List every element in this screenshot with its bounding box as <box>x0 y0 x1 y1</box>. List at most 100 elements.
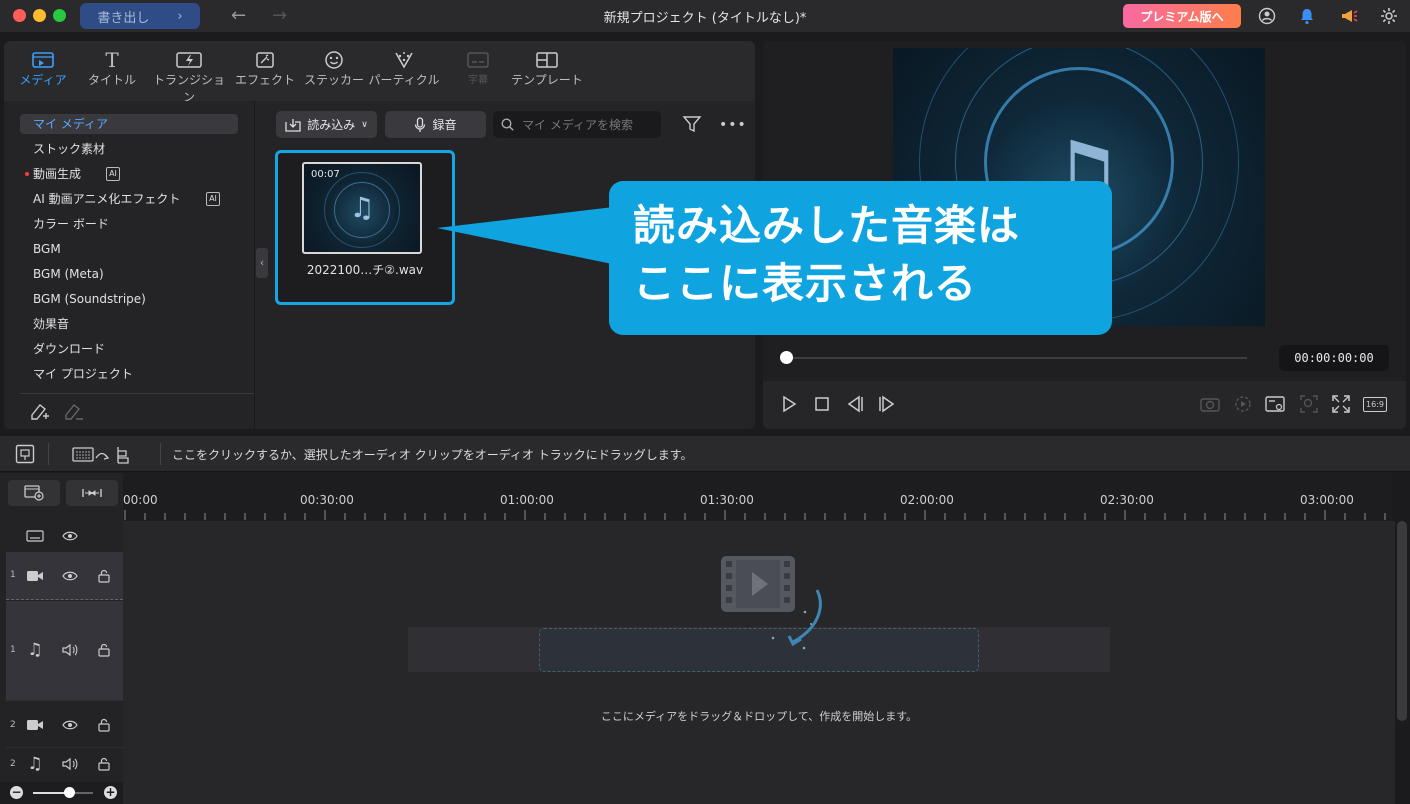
category-label: ダウンロード <box>33 342 106 356</box>
divider <box>20 393 254 394</box>
category-downloads[interactable]: ダウンロード <box>20 339 238 359</box>
eye-icon[interactable] <box>61 527 79 545</box>
fullscreen-icon[interactable] <box>1330 393 1352 415</box>
eye-icon[interactable] <box>61 716 79 734</box>
callout-pointer <box>437 206 622 266</box>
display-settings-icon[interactable] <box>1264 393 1286 415</box>
category-label: BGM <box>33 242 61 256</box>
layout-toggle-icon[interactable] <box>15 444 35 467</box>
ruler-label: 00:00 <box>123 493 158 507</box>
lock-icon[interactable] <box>95 567 113 585</box>
import-button[interactable]: 読み込み ∨ <box>276 111 377 138</box>
add-track-button[interactable] <box>8 480 60 506</box>
callout-line-1: 読み込みした音楽は <box>633 201 1021 250</box>
collapse-sidebar-handle[interactable]: ‹ <box>256 248 268 278</box>
stop-icon[interactable] <box>811 393 833 415</box>
category-list: マイ メディア ストック素材 動画生成 AI AI 動画アニメ化エフェクト AI… <box>4 101 255 429</box>
eye-icon[interactable] <box>61 567 79 585</box>
add-to-track-icon[interactable] <box>72 445 136 468</box>
tab-transition[interactable]: トランジション <box>148 49 230 105</box>
tab-template[interactable]: テンプレート <box>510 49 584 88</box>
lock-icon[interactable] <box>95 755 113 773</box>
play-icon[interactable] <box>778 393 800 415</box>
category-label: 効果音 <box>33 317 70 331</box>
zoom-slider-handle[interactable] <box>64 787 75 798</box>
app-window: 書き出し › ← → 新規プロジェクト (タイトルなし)* プレミアム版へ メデ… <box>0 0 1410 804</box>
seek-bar[interactable] <box>787 357 1247 359</box>
render-preview-icon[interactable] <box>1232 393 1254 415</box>
category-bgm-soundstripe[interactable]: BGM (Soundstripe) <box>20 289 238 309</box>
media-file-name: 2022100…チ②.wav <box>306 263 424 277</box>
ruler-label: 01:30:00 <box>700 493 754 507</box>
snap-icon <box>82 489 102 497</box>
tab-effect[interactable]: エフェクト <box>234 49 296 88</box>
category-sound-effects[interactable]: 効果音 <box>20 314 238 334</box>
zoom-out-icon[interactable]: − <box>10 786 23 799</box>
media-thumbnail: 00:07 ♫ <box>302 162 422 254</box>
ruler-label: 01:00:00 <box>500 493 554 507</box>
filter-icon[interactable] <box>682 114 702 137</box>
notification-bell-icon[interactable] <box>1297 6 1317 26</box>
category-label: BGM (Soundstripe) <box>33 292 146 306</box>
tab-subtitle-label: 字幕 <box>468 75 488 86</box>
timeline-vertical-scrollbar[interactable] <box>1397 521 1407 721</box>
previous-frame-icon[interactable] <box>844 393 866 415</box>
category-bgm[interactable]: BGM <box>20 239 238 259</box>
category-my-media[interactable]: マイ メディア <box>20 114 238 134</box>
category-bgm-meta[interactable]: BGM (Meta) <box>20 264 238 284</box>
category-video-generation[interactable]: 動画生成 AI <box>20 164 238 184</box>
track-header-audio-2[interactable]: 2 ♫ <box>6 749 123 779</box>
media-icon <box>18 49 68 71</box>
category-stock[interactable]: ストック素材 <box>20 139 238 159</box>
more-options-icon[interactable]: ••• <box>719 117 747 133</box>
snapshot-camera-icon[interactable] <box>1199 393 1221 415</box>
tab-title-label: タイトル <box>87 73 136 87</box>
tab-title[interactable]: T タイトル <box>86 48 138 88</box>
tab-subtitle[interactable]: 字幕 <box>458 49 498 86</box>
category-label: BGM (Meta) <box>33 267 104 281</box>
ruler-label: 00:30:00 <box>300 493 354 507</box>
zoom-fit-icon[interactable] <box>1298 393 1320 415</box>
annotation-callout: 読み込みした音楽は ここに表示される <box>609 181 1112 335</box>
snap-toggle-button[interactable] <box>66 480 118 506</box>
tab-media-label: メディア <box>19 73 67 87</box>
record-button[interactable]: 録音 <box>385 111 486 138</box>
track-number: 2 <box>10 759 16 769</box>
timeline-ruler[interactable]: 00:00 00:30:00 01:00:00 01:30:00 02:00:0… <box>123 473 1392 521</box>
speaker-icon[interactable] <box>61 641 79 659</box>
track-thumbnail-icon[interactable] <box>26 527 44 545</box>
tab-particle[interactable]: パーティクル <box>368 49 440 88</box>
import-icon <box>285 118 301 132</box>
lock-icon[interactable] <box>95 716 113 734</box>
megaphone-icon[interactable] <box>1339 6 1359 26</box>
search-input[interactable]: マイ メディアを検索 <box>493 111 661 138</box>
speaker-icon[interactable] <box>61 755 79 773</box>
remove-folder-icon[interactable] <box>62 401 86 426</box>
aspect-ratio-button[interactable]: 16:9 <box>1362 393 1388 415</box>
playback-controls: 16:9 <box>763 381 1406 429</box>
add-folder-icon[interactable] <box>28 401 52 426</box>
next-frame-icon[interactable] <box>876 393 898 415</box>
lock-icon[interactable] <box>95 641 113 659</box>
premium-upgrade-button[interactable]: プレミアム版へ <box>1123 4 1241 28</box>
media-item-audio[interactable]: 00:07 ♫ 2022100…チ②.wav <box>275 150 455 305</box>
search-icon <box>501 118 514 131</box>
account-icon[interactable] <box>1257 6 1277 26</box>
track-header-video-1[interactable]: 1 <box>6 552 123 600</box>
settings-gear-icon[interactable] <box>1379 6 1399 26</box>
category-label: ストック素材 <box>33 142 106 156</box>
zoom-in-icon[interactable]: + <box>104 786 117 799</box>
tab-sticker[interactable]: ステッカー <box>304 49 364 88</box>
tab-media[interactable]: メディア <box>18 49 68 88</box>
seek-handle[interactable] <box>780 351 793 364</box>
track-header-audio-1[interactable]: 1 ♫ <box>6 601 123 701</box>
track-header-video-2[interactable]: 2 <box>6 702 123 748</box>
import-label: 読み込み <box>307 118 356 132</box>
timeline-track-area[interactable]: ここにメディアをドラッグ＆ドロップして、作成を開始します。 <box>123 521 1395 804</box>
category-my-projects[interactable]: マイ プロジェクト <box>20 364 238 384</box>
tab-effect-label: エフェクト <box>234 73 295 87</box>
category-ai-anime-effect[interactable]: AI 動画アニメ化エフェクト AI <box>20 189 238 209</box>
drop-hint-text: ここにメディアをドラッグ＆ドロップして、作成を開始します。 <box>600 710 918 723</box>
media-duration: 00:07 <box>311 169 340 180</box>
category-color-board[interactable]: カラー ボード <box>20 214 238 234</box>
